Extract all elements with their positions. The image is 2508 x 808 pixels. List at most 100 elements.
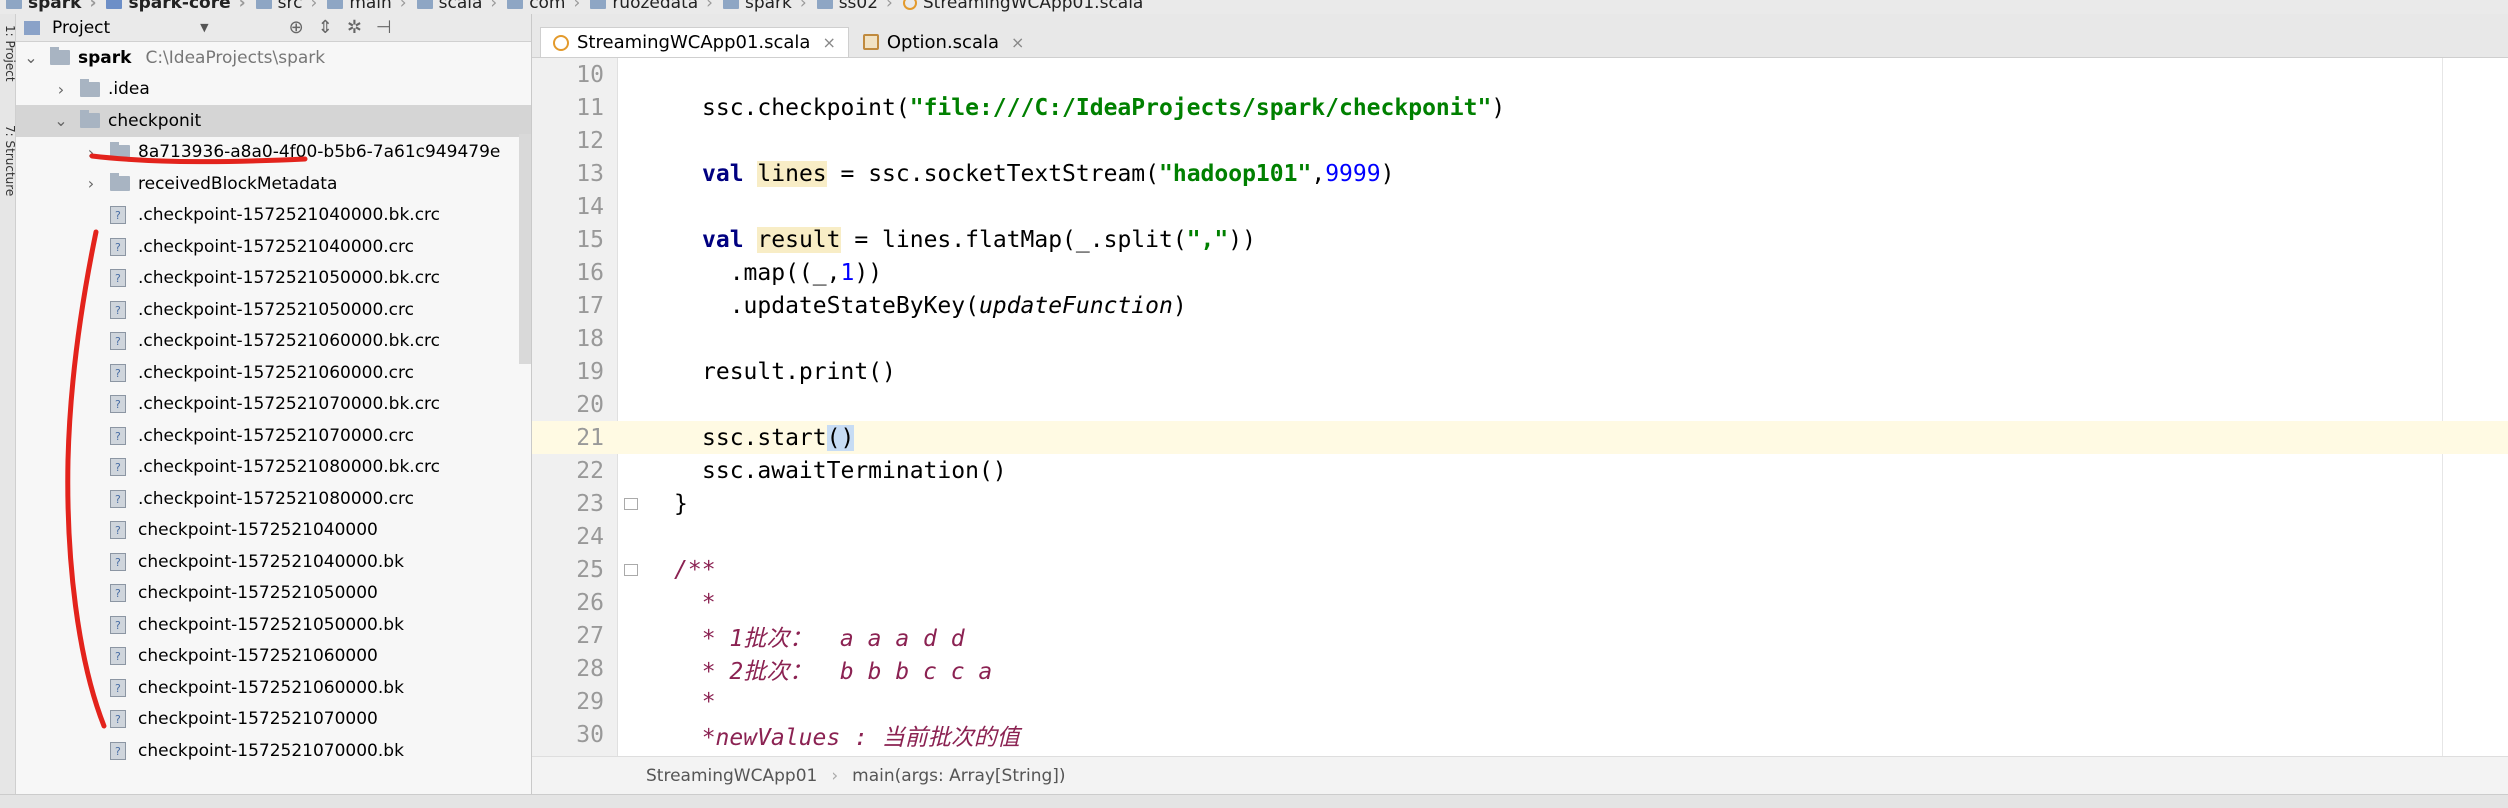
project-panel: Project ▼ ⊕ ⇕ ✲ ⊣ ⌄ spark C:\IdeaProjects\… <box>16 14 532 794</box>
code-line[interactable]: 23} <box>532 487 2508 520</box>
code-line[interactable]: 14 <box>532 190 2508 223</box>
hide-panel-icon[interactable]: ⊣ <box>376 17 392 38</box>
locate-icon[interactable]: ⊕ <box>289 17 304 38</box>
settings-gear-icon[interactable]: ✲ <box>347 17 362 38</box>
tree-file-item[interactable]: checkpoint-1572521060000 <box>16 641 531 673</box>
folder-icon <box>80 110 100 129</box>
breadcrumb-item[interactable]: com › <box>501 0 584 13</box>
tree-folder-item[interactable]: › 8a713936-a8a0-4f00-b5b6-7a61c949479e <box>16 137 531 169</box>
breadcrumb-item[interactable]: spark-core › <box>100 0 249 13</box>
code-line[interactable]: 29 * <box>532 685 2508 718</box>
close-icon[interactable]: × <box>1011 33 1024 52</box>
breadcrumb-item[interactable]: ss02 › <box>811 0 897 13</box>
code-line[interactable]: 25 /** <box>532 553 2508 586</box>
collapse-all-icon[interactable]: ⇕ <box>318 17 333 38</box>
tree-file-item[interactable]: .checkpoint-1572521050000.bk.crc <box>16 263 531 295</box>
tree-file-item[interactable]: checkpoint-1572521070000 <box>16 704 531 736</box>
tree-file-item[interactable]: checkpoint-1572521060000.bk <box>16 672 531 704</box>
breadcrumb-label: StreamingWCApp01.scala <box>922 0 1144 13</box>
code-line[interactable]: 20 <box>532 388 2508 421</box>
code-token: lines <box>757 160 827 187</box>
code-line[interactable]: 19 result.print() <box>532 355 2508 388</box>
tree-file-item[interactable]: checkpoint-1572521050000 <box>16 578 531 610</box>
tree-folder-item[interactable]: ⌄ spark C:\IdeaProjects\spark <box>16 42 531 74</box>
breadcrumb-item[interactable]: src › <box>250 0 322 13</box>
fold-marker-icon[interactable] <box>624 497 638 510</box>
tree-file-item[interactable]: .checkpoint-1572521040000.bk.crc <box>16 200 531 232</box>
code-line[interactable]: 30 *newValues : 当前批次的值 <box>532 718 2508 751</box>
code-line[interactable]: 16 .map((_,1)) <box>532 256 2508 289</box>
tree-folder-item[interactable]: ⌄ checkponit <box>16 105 531 137</box>
tree-file-item[interactable]: .checkpoint-1572521040000.crc <box>16 231 531 263</box>
tree-item-label: .checkpoint-1572521040000.bk.crc <box>138 205 440 225</box>
file-icon <box>110 521 126 540</box>
folder-icon <box>6 0 22 9</box>
code-token: .updateStateByKey( <box>702 292 979 319</box>
code-line[interactable]: 22 ssc.awaitTermination() <box>532 454 2508 487</box>
line-number: 13 <box>576 160 604 187</box>
tree-file-item[interactable]: checkpoint-1572521070000.bk <box>16 735 531 767</box>
project-tool-button[interactable]: 1: Project <box>1 25 17 82</box>
breadcrumb-item[interactable]: main › <box>321 0 410 13</box>
project-panel-header: Project ▼ ⊕ ⇕ ✲ ⊣ <box>16 14 531 42</box>
folder-icon <box>722 0 739 9</box>
code-line[interactable]: 28 * 2批次： b b b c c a <box>532 652 2508 685</box>
tree-item-label: checkponit <box>108 111 201 131</box>
chevron-right-icon[interactable]: › <box>84 143 98 162</box>
chevron-right-icon[interactable]: › <box>54 80 68 99</box>
editor-tab[interactable]: Option.scala × <box>850 27 1037 57</box>
breadcrumb-item[interactable]: scala › <box>411 0 502 13</box>
code-line[interactable]: 17 .updateStateByKey(updateFunction) <box>532 289 2508 322</box>
tree-file-item[interactable]: checkpoint-1572521040000 <box>16 515 531 547</box>
tree-item-text: checkpoint-1572521040000.bk <box>138 551 404 572</box>
line-number: 25 <box>576 556 604 583</box>
fold-marker-icon[interactable] <box>624 563 638 576</box>
breadcrumb-item[interactable]: spark › <box>717 0 811 13</box>
tree-file-item[interactable]: .checkpoint-1572521080000.crc <box>16 483 531 515</box>
breadcrumb-item[interactable]: StreamingWCApp01.scala <box>897 0 1148 13</box>
chevron-right-icon[interactable]: › <box>84 174 98 193</box>
code-line[interactable]: 26 * <box>532 586 2508 619</box>
code-line[interactable]: 11 ssc.checkpoint("file:///C:/IdeaProject… <box>532 91 2508 124</box>
project-view-title[interactable]: Project <box>52 18 110 38</box>
tree-folder-item[interactable]: › receivedBlockMetadata <box>16 168 531 200</box>
tree-file-item[interactable]: .checkpoint-1572521060000.bk.crc <box>16 326 531 358</box>
code-line[interactable]: 18 <box>532 322 2508 355</box>
tree-folder-item[interactable]: › .idea <box>16 74 531 106</box>
project-scrollbar[interactable] <box>519 134 531 364</box>
chevron-down-icon[interactable]: ⌄ <box>54 111 68 130</box>
editor-breadcrumb-method[interactable]: main(args: Array[String]) <box>852 766 1065 786</box>
tree-file-item[interactable]: checkpoint-1572521040000.bk <box>16 546 531 578</box>
folder-icon <box>255 0 272 9</box>
editor-tab[interactable]: StreamingWCApp01.scala × <box>540 27 849 57</box>
folder-icon <box>110 141 130 160</box>
code-line[interactable]: 21 ssc.start() <box>532 421 2508 454</box>
file-icon <box>110 363 126 382</box>
code-editor[interactable]: 10 11 ssc.checkpoint("file:///C:/IdeaProje… <box>532 58 2508 756</box>
breadcrumb-item[interactable]: ruozedata › <box>584 0 717 13</box>
breadcrumb-item[interactable]: spark › <box>0 0 100 13</box>
code-line[interactable]: 10 <box>532 58 2508 91</box>
scala-file-icon <box>862 34 879 50</box>
structure-tool-button[interactable]: 7: Structure <box>1 125 17 196</box>
code-line[interactable]: 12 <box>532 124 2508 157</box>
tree-file-item[interactable]: .checkpoint-1572521050000.crc <box>16 294 531 326</box>
file-icon <box>110 206 126 225</box>
tree-item-text: checkpoint-1572521040000 <box>138 520 378 541</box>
tree-file-item[interactable]: .checkpoint-1572521080000.bk.crc <box>16 452 531 484</box>
code-line[interactable]: 15 val result = lines.flatMap(_.split(","… <box>532 223 2508 256</box>
chevron-down-icon[interactable]: ▼ <box>200 21 208 34</box>
chevron-down-icon[interactable]: ⌄ <box>24 48 38 67</box>
tree-file-item[interactable]: checkpoint-1572521050000.bk <box>16 609 531 641</box>
folder-icon <box>327 0 344 9</box>
code-token: val <box>702 226 744 253</box>
close-icon[interactable]: × <box>822 33 835 52</box>
editor-breadcrumb-object[interactable]: StreamingWCApp01 <box>646 766 817 786</box>
code-line[interactable]: 13 val lines = ssc.socketTextStream("hado… <box>532 157 2508 190</box>
tree-file-item[interactable]: .checkpoint-1572521070000.bk.crc <box>16 389 531 421</box>
code-line[interactable]: 27 * 1批次： a a a d d <box>532 619 2508 652</box>
line-number: 14 <box>576 193 604 220</box>
tree-file-item[interactable]: .checkpoint-1572521060000.crc <box>16 357 531 389</box>
code-line[interactable]: 24 <box>532 520 2508 553</box>
tree-file-item[interactable]: .checkpoint-1572521070000.crc <box>16 420 531 452</box>
